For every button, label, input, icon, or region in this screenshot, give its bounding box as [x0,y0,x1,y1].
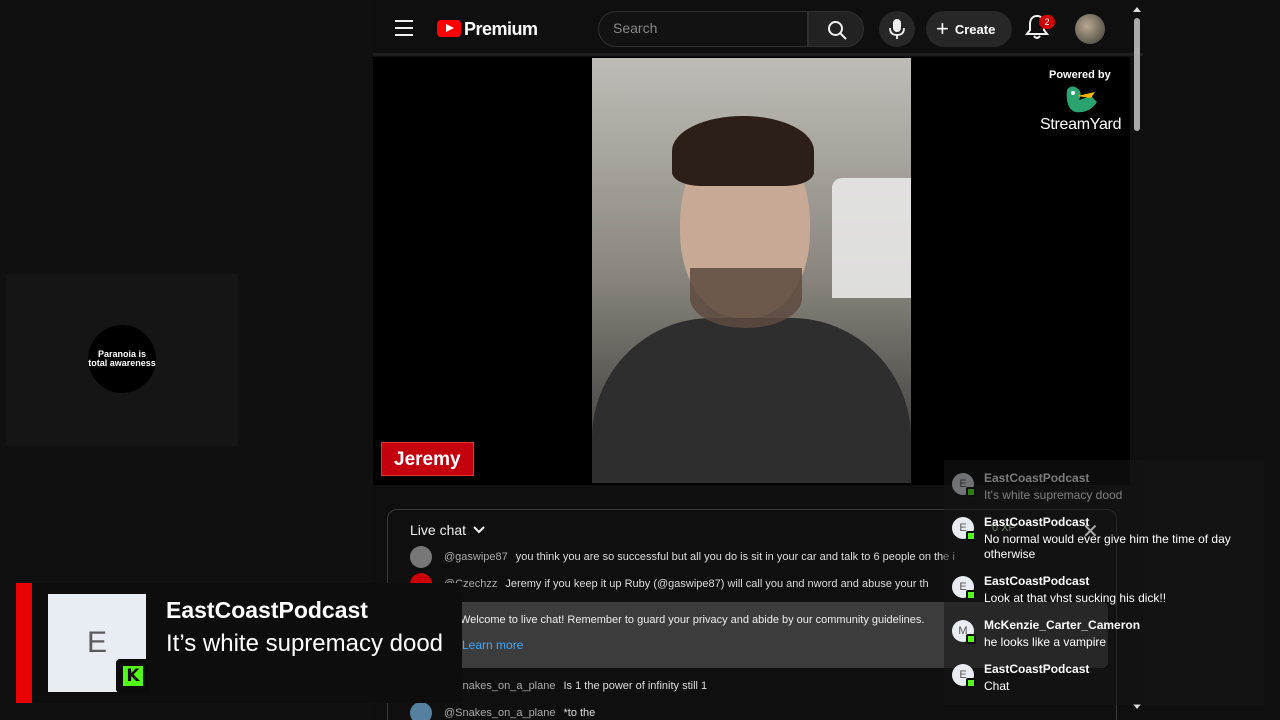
scroll-up-arrow-icon[interactable] [1133,7,1141,12]
search-icon [828,21,847,40]
video-frame [592,58,911,483]
chat-text: *to the [563,707,596,719]
kick-badge-icon [966,590,976,600]
chat-author[interactable]: @gaswipe87 [444,551,508,563]
overlay-chat-message: E EastCoastPodcast Chat [952,662,1262,702]
youtube-logo-icon[interactable] [437,20,461,37]
chat-text: you think you are so successful but all … [515,551,955,563]
overlay-chat-author: EastCoastPodcast [984,574,1090,588]
create-button[interactable]: + Create [926,11,1012,47]
streamyard-duck-icon [1066,86,1097,113]
overlay-chat-avatar: E [952,576,976,600]
overlay-chat-text: It's white supremacy dood [984,488,1123,502]
chat-message: @gaswipe87 you think you are so successf… [410,546,955,568]
overlay-chat-message: M McKenzie_Carter_Cameron he looks like … [952,618,1262,658]
overlay-chat-text: he looks like a vampire [984,635,1107,649]
streamyard-wordmark: StreamYard [1040,116,1122,133]
notification-message: It’s white supremacy dood [166,630,444,657]
speaker-name-tag: Jeremy [381,442,474,476]
chat-message: @Snakes_on_a_plane *to the [410,702,596,720]
overlay-chat-message: E EastCoastPodcast No normal would ever … [952,515,1262,565]
powered-by-label: Powered by [1049,69,1111,81]
search-box[interactable] [598,11,808,47]
chat-avatar [410,546,432,568]
overlay-chat-avatar: E [952,473,976,497]
overlay-chat-avatar: M [952,620,976,644]
search-input[interactable] [613,20,793,36]
notification-accent-bar [16,583,32,703]
channel-logo: Paranoia is total awareness [88,325,156,393]
kick-badge-icon [966,487,976,497]
kick-logo-icon: K [116,659,150,693]
person-hoodie [592,318,911,483]
overlay-chat-text: Look at that vhst sucking his dick!! [984,591,1167,605]
chat-text: Is 1 the power of infinity still 1 [563,680,708,692]
live-chat-title[interactable]: Live chat [410,522,466,538]
plus-icon: + [936,16,949,41]
car-window [832,178,911,298]
notification-author: EastCoastPodcast [166,597,368,623]
learn-more-link[interactable]: Learn more [462,638,523,652]
create-label: Create [954,21,996,37]
overlay-chat-author: McKenzie_Carter_Cameron [984,618,1141,632]
page-scrollbar-thumb[interactable] [1134,18,1140,131]
kick-badge-icon [966,634,976,644]
welcome-text: Welcome to live chat! Remember to guard … [460,614,925,626]
notification-count-badge: 2 [1039,15,1055,29]
mic-icon [889,19,905,39]
logo-line2: total awareness [88,358,156,368]
overlay-chat-author: EastCoastPodcast [984,515,1090,529]
chat-author[interactable]: @Snakes_on_a_plane [444,707,555,719]
chat-text: Jeremy if you keep it up Ruby (@gaswipe8… [505,578,929,590]
kick-badge-icon [966,531,976,541]
overlay-chat-text: No normal would ever give him the time o… [984,532,1231,561]
chat-message: @Czechzz Jeremy if you keep it up Ruby (… [410,573,929,595]
overlay-chat-avatar: E [952,664,976,688]
youtube-brand[interactable]: Premium [464,19,538,40]
overlay-chat-author: EastCoastPodcast [984,662,1090,676]
person-hair [672,116,814,186]
overlay-chat-author: EastCoastPodcast [984,471,1090,485]
chat-avatar [410,702,432,720]
person-beard [690,268,802,328]
chevron-down-icon[interactable] [473,526,485,534]
account-avatar[interactable] [1075,14,1105,44]
voice-search-button[interactable] [879,11,915,47]
overlay-chat-text: Chat [984,679,1010,693]
overlay-chat-message: E EastCoastPodcast Look at that vhst suc… [952,574,1262,614]
menu-icon[interactable] [395,20,413,36]
overlay-chat-avatar: E [952,517,976,541]
overlay-chat-message: E EastCoastPodcast It's white supremacy … [952,471,1262,511]
kick-badge-icon [966,678,976,688]
search-button[interactable] [808,11,864,47]
